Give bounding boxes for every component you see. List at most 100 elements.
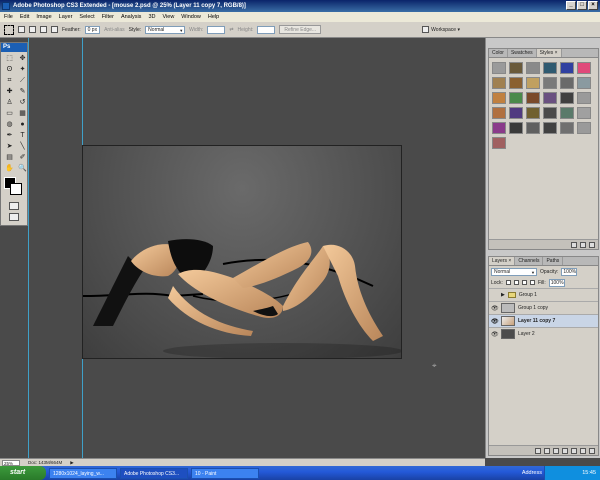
style-swatch[interactable] <box>577 92 591 104</box>
style-swatch[interactable] <box>509 107 523 119</box>
style-swatch[interactable] <box>526 77 540 89</box>
guide-line[interactable] <box>28 38 29 458</box>
menu-help[interactable]: Help <box>208 14 219 20</box>
tab-channels[interactable]: Channels <box>515 257 544 265</box>
layer-row-layer-2[interactable]: 👁 Layer 2 <box>489 327 598 340</box>
eye-icon[interactable]: 👁 <box>491 305 499 312</box>
style-swatch[interactable] <box>577 122 591 134</box>
style-swatch[interactable] <box>560 92 574 104</box>
address-toolbar[interactable]: Address <box>522 470 542 476</box>
magic-wand-icon[interactable]: ✦ <box>17 65 28 74</box>
style-swatch[interactable] <box>526 92 540 104</box>
layer-style-icon[interactable] <box>544 447 550 454</box>
new-group-icon[interactable] <box>571 447 577 454</box>
eyedropper-icon[interactable]: ✐ <box>17 153 28 162</box>
document-canvas[interactable] <box>82 145 402 359</box>
status-arrow-icon[interactable]: ▶ <box>70 460 73 466</box>
tab-swatches[interactable]: Swatches <box>508 49 537 57</box>
style-swatch[interactable] <box>509 77 523 89</box>
intersect-selection-icon[interactable] <box>51 26 58 33</box>
new-selection-icon[interactable] <box>18 26 25 33</box>
tab-styles[interactable]: Styles × <box>536 49 562 57</box>
tab-layers[interactable]: Layers × <box>489 257 516 265</box>
gradient-icon[interactable]: ▦ <box>17 109 28 118</box>
layer-row-group-1-copy[interactable]: 👁 Group 1 copy <box>489 301 598 314</box>
style-swatch[interactable] <box>577 62 591 74</box>
workspace-menu[interactable]: Workspace ▾ <box>422 26 460 33</box>
clone-stamp-icon[interactable]: ♙ <box>4 98 15 107</box>
minimize-button[interactable]: _ <box>566 1 576 10</box>
toolbox-header[interactable]: Ps <box>1 43 27 52</box>
taskbar-item-paint[interactable]: 10 - Paint <box>191 467 259 479</box>
eye-icon[interactable]: 👁 <box>491 318 499 325</box>
style-swatch[interactable] <box>560 122 574 134</box>
menu-layer[interactable]: Layer <box>59 14 73 20</box>
layer-row-layer-11-copy-7[interactable]: 👁 Layer 11 copy 7 <box>489 314 598 327</box>
eye-icon[interactable]: 👁 <box>491 331 499 338</box>
menu-edit[interactable]: Edit <box>20 14 29 20</box>
style-swatch[interactable] <box>526 62 540 74</box>
path-selection-icon[interactable]: ➤ <box>4 142 15 151</box>
line-icon[interactable]: ╲ <box>17 142 28 151</box>
style-swatch[interactable] <box>526 107 540 119</box>
menu-filter[interactable]: Filter <box>102 14 114 20</box>
taskbar-item-folder[interactable]: 1280x1024_laying_w... <box>49 467 117 479</box>
tab-color[interactable]: Color <box>489 49 508 57</box>
layer-mask-icon[interactable] <box>553 447 559 454</box>
fill-input[interactable]: 100% <box>548 278 565 287</box>
delete-layer-icon[interactable] <box>589 447 595 454</box>
style-swatch[interactable] <box>492 62 506 74</box>
layer-row-group-1[interactable]: ▶ Group 1 <box>489 288 598 301</box>
menu-window[interactable]: Window <box>181 14 201 20</box>
clear-style-icon[interactable] <box>571 241 577 248</box>
adjustment-layer-icon[interactable] <box>562 447 568 454</box>
close-button[interactable]: × <box>588 1 598 10</box>
type-icon[interactable]: T <box>17 131 28 140</box>
subtract-selection-icon[interactable] <box>40 26 47 33</box>
eraser-icon[interactable]: ▭ <box>4 109 15 118</box>
style-swatch[interactable] <box>577 77 591 89</box>
move-icon[interactable]: ✥ <box>17 54 28 63</box>
notes-icon[interactable]: ▤ <box>4 153 15 162</box>
style-swatch[interactable] <box>543 122 557 134</box>
width-input[interactable] <box>207 25 226 34</box>
style-swatch[interactable] <box>509 122 523 134</box>
taskbar-item-photoshop[interactable]: Adobe Photoshop CS3... <box>120 467 188 479</box>
menu-analysis[interactable]: Analysis <box>121 14 141 20</box>
style-swatch[interactable] <box>492 122 506 134</box>
lock-pixels-icon[interactable] <box>513 280 519 285</box>
menu-file[interactable]: File <box>4 14 13 20</box>
zoom-icon[interactable]: 🔍 <box>17 164 28 173</box>
menu-image[interactable]: Image <box>36 14 51 20</box>
start-button[interactable]: start <box>0 466 46 480</box>
expand-arrow-icon[interactable]: ▶ <box>501 292 505 298</box>
blur-icon[interactable]: ◍ <box>4 120 15 129</box>
height-input[interactable] <box>257 25 276 34</box>
refine-edge-button[interactable]: Refine Edge... <box>279 25 322 34</box>
swap-icon[interactable]: ⇄ <box>229 27 233 33</box>
new-style-icon[interactable] <box>580 241 586 248</box>
feather-input[interactable]: 0 px <box>84 25 101 34</box>
healing-brush-icon[interactable]: ✚ <box>4 87 15 96</box>
style-swatch[interactable] <box>492 137 506 149</box>
link-layers-icon[interactable] <box>535 447 541 454</box>
lock-all-icon[interactable] <box>529 280 535 285</box>
new-layer-icon[interactable] <box>580 447 586 454</box>
style-swatch[interactable] <box>560 107 574 119</box>
menu-3d[interactable]: 3D <box>148 14 155 20</box>
marquee-icon[interactable]: ⬚ <box>4 54 15 63</box>
style-swatch[interactable] <box>492 92 506 104</box>
style-select[interactable]: Normal <box>145 25 186 34</box>
history-brush-icon[interactable]: ↺ <box>17 98 28 107</box>
background-color[interactable] <box>10 183 22 195</box>
style-swatch[interactable] <box>509 62 523 74</box>
pen-icon[interactable]: ✒ <box>4 131 15 140</box>
slice-icon[interactable]: ⟋ <box>17 76 28 85</box>
hand-icon[interactable]: ✋ <box>4 164 15 173</box>
style-swatch[interactable] <box>543 77 557 89</box>
lock-position-icon[interactable] <box>521 280 527 285</box>
dodge-icon[interactable]: ● <box>17 120 28 129</box>
quick-mask-icon[interactable] <box>9 202 19 210</box>
menu-select[interactable]: Select <box>79 14 94 20</box>
tab-paths[interactable]: Paths <box>543 257 564 265</box>
